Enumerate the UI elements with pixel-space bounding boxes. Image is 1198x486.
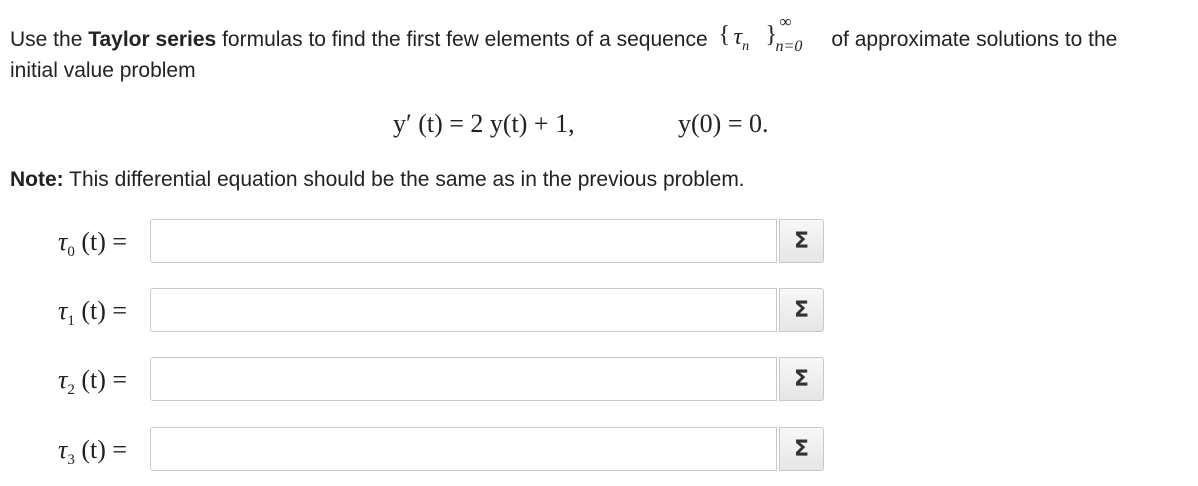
- seq-lower-limit: n=0: [775, 38, 803, 55]
- intro-end-text: of approximate solutions to the: [831, 28, 1118, 51]
- seq-upper-limit: ∞: [779, 12, 792, 31]
- intro-text-cont: formulas to find the first few elements …: [216, 28, 708, 51]
- bold-phrase: Taylor series: [88, 28, 217, 51]
- answer-label: τ2 (t) =: [58, 365, 128, 399]
- note-text: This differential equation should be the…: [63, 168, 745, 191]
- answer-input-tau1[interactable]: [150, 288, 777, 332]
- answer-label: τ3 (t) =: [58, 435, 128, 469]
- answer-row-3: τ3 (t) = Σ: [0, 427, 1198, 475]
- answer-row-1: τ1 (t) = Σ: [0, 288, 1198, 336]
- sigma-icon[interactable]: Σ: [779, 219, 824, 263]
- intro-text: Use the: [10, 28, 89, 51]
- sigma-icon[interactable]: Σ: [779, 427, 824, 471]
- answer-label: τ1 (t) =: [58, 296, 128, 330]
- sigma-icon[interactable]: Σ: [779, 357, 824, 401]
- answer-label: τ0 (t) =: [58, 227, 128, 261]
- answer-row-0: τ0 (t) = Σ: [0, 219, 1198, 267]
- seq-open-brace: {: [718, 22, 731, 48]
- problem-statement-line1: Use the Taylor series formulas to find t…: [10, 12, 1118, 55]
- answer-input-tau0[interactable]: [150, 219, 777, 263]
- sequence-notation: { τn } ∞ n=0: [714, 12, 826, 55]
- note: Note: This differential equation should …: [10, 168, 745, 192]
- seq-tau: τn: [733, 24, 750, 54]
- sigma-icon[interactable]: Σ: [779, 288, 824, 332]
- answer-input-tau3[interactable]: [150, 427, 777, 471]
- answer-row-2: τ2 (t) = Σ: [0, 357, 1198, 405]
- note-label: Note:: [10, 168, 64, 191]
- answer-input-tau2[interactable]: [150, 357, 777, 401]
- initial-condition: y(0) = 0.: [678, 109, 769, 138]
- problem-statement-line2: initial value problem: [10, 59, 196, 82]
- differential-equation: y′ (t) = 2 y(t) + 1,: [393, 109, 575, 138]
